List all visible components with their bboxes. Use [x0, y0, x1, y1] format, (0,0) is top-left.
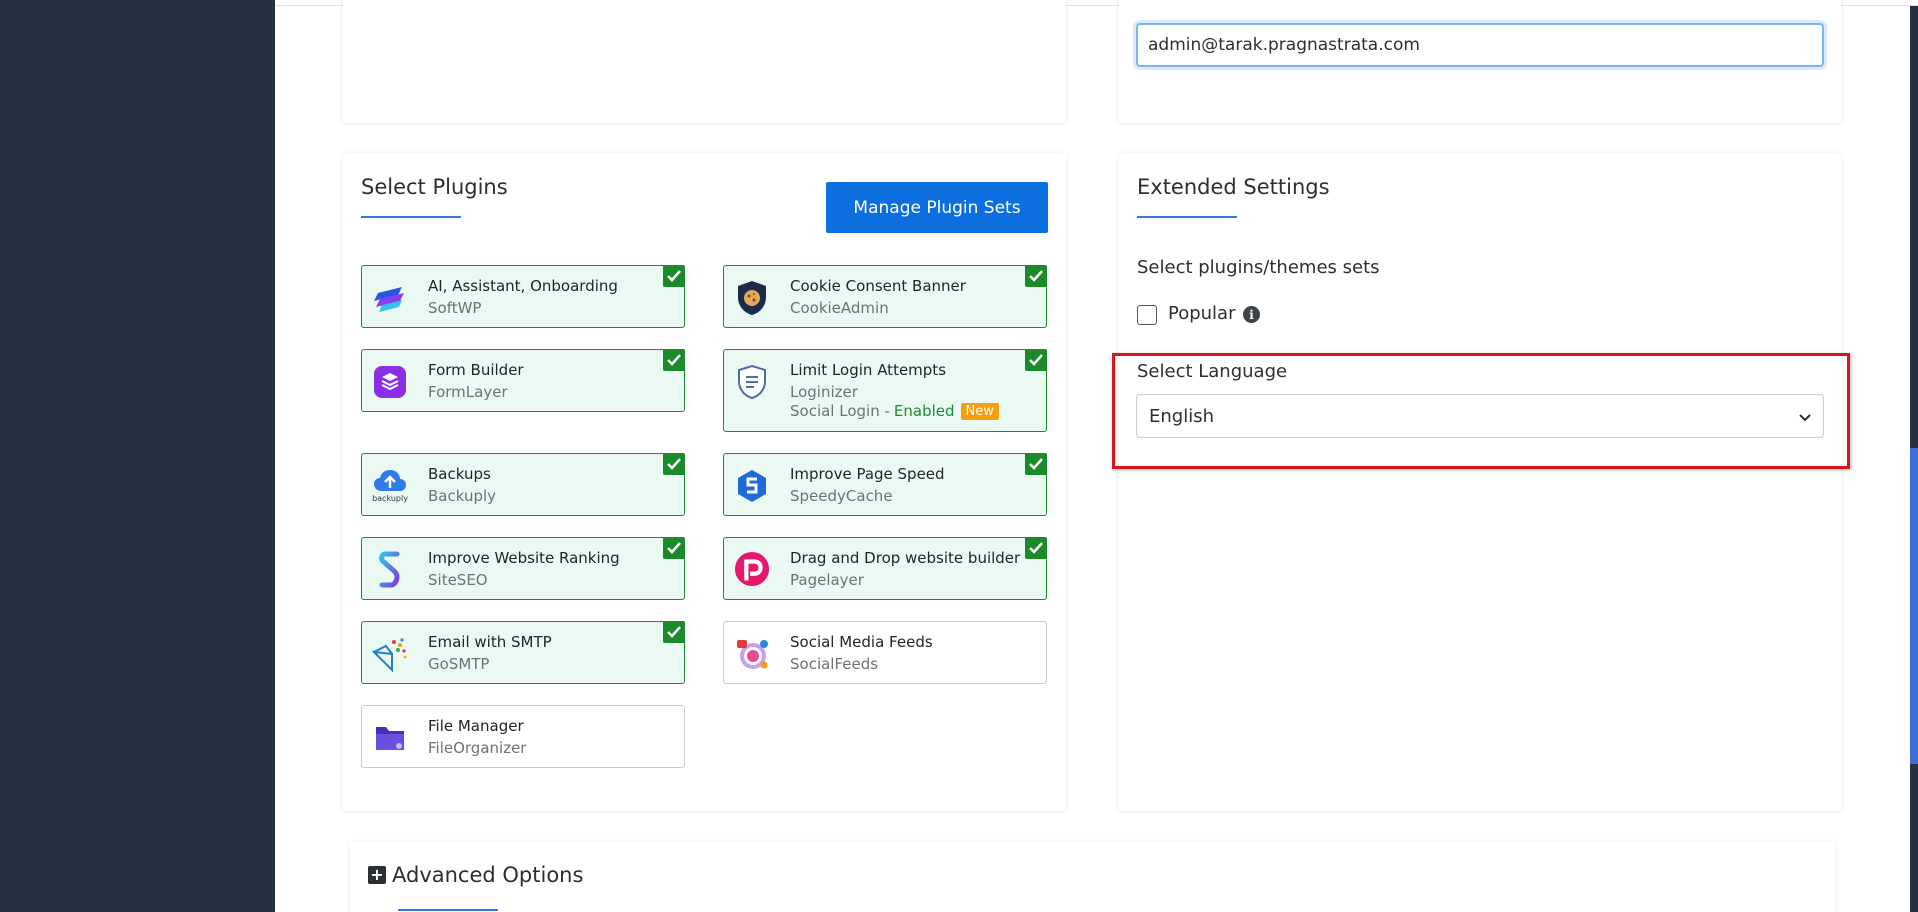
plugin-socialfeeds[interactable]: Social Media Feeds SocialFeeds: [723, 621, 1047, 684]
sidebar: [0, 0, 275, 912]
plugin-vendor: SoftWP: [428, 299, 482, 317]
plugin-name: Drag and Drop website builder: [790, 549, 1021, 567]
socialfeeds-icon: [734, 636, 770, 672]
plugin-name: Improve Page Speed: [790, 465, 945, 483]
cookieadmin-icon: [734, 280, 770, 316]
pagelayer-icon: [734, 552, 770, 588]
plugin-loginizer[interactable]: Limit Login Attempts Loginizer Social Lo…: [723, 349, 1047, 432]
gosmtp-icon: [372, 636, 408, 672]
plugin-name: Backups: [428, 465, 491, 483]
plus-icon[interactable]: +: [368, 866, 386, 884]
advanced-options-title[interactable]: Advanced Options: [392, 863, 583, 887]
plugin-vendor: SiteSEO: [428, 571, 488, 589]
plugin-name: Email with SMTP: [428, 633, 552, 651]
social-login-label: Social Login -: [790, 402, 890, 420]
checkmark-icon: [663, 265, 685, 287]
manage-plugin-sets-button[interactable]: Manage Plugin Sets: [826, 182, 1048, 233]
social-login-status: Social Login - Enabled New: [790, 402, 999, 420]
plugin-name: AI, Assistant, Onboarding: [428, 277, 618, 295]
plugin-vendor: SocialFeeds: [790, 655, 879, 673]
extended-settings-title: Extended Settings: [1137, 175, 1330, 199]
popular-checkbox[interactable]: [1137, 305, 1157, 325]
plugin-backuply[interactable]: backuply Backups Backuply: [361, 453, 685, 516]
select-plugins-underline: [361, 216, 461, 218]
plugin-vendor: GoSMTP: [428, 655, 490, 673]
plugin-name: File Manager: [428, 717, 524, 735]
language-highlight-box: [1112, 353, 1850, 469]
checkmark-icon: [1025, 453, 1047, 475]
loginizer-icon: [734, 364, 770, 400]
plugin-gosmtp[interactable]: Email with SMTP GoSMTP: [361, 621, 685, 684]
plugin-vendor: SpeedyCache: [790, 487, 893, 505]
extended-settings-card: [1119, 153, 1841, 811]
plugin-vendor: FormLayer: [428, 383, 508, 401]
credentials-left-card: [343, 0, 1066, 123]
fileorganizer-icon: [372, 720, 408, 756]
plugin-name: Improve Website Ranking: [428, 549, 620, 567]
checkmark-icon: [663, 349, 685, 371]
plugin-name: Social Media Feeds: [790, 633, 933, 651]
plugin-vendor: CookieAdmin: [790, 299, 889, 317]
plugin-name: Cookie Consent Banner: [790, 277, 966, 295]
checkmark-icon: [1025, 537, 1047, 559]
info-icon[interactable]: i: [1243, 306, 1260, 323]
checkmark-icon: [1025, 265, 1047, 287]
select-plugins-title: Select Plugins: [361, 175, 508, 199]
plugin-name: Form Builder: [428, 361, 524, 379]
plugin-vendor: Loginizer: [790, 383, 858, 401]
plugin-softwp[interactable]: AI, Assistant, Onboarding SoftWP: [361, 265, 685, 328]
popular-label[interactable]: Popular: [1168, 303, 1236, 324]
plugin-formlayer[interactable]: Form Builder FormLayer: [361, 349, 685, 412]
checkmark-icon: [663, 621, 685, 643]
checkmark-icon: [663, 537, 685, 559]
admin-email-input[interactable]: [1136, 23, 1824, 67]
scrollbar-thumb[interactable]: [1910, 448, 1918, 764]
checkmark-icon: [1025, 349, 1047, 371]
plugin-vendor: FileOrganizer: [428, 739, 527, 757]
plugin-sets-label: Select plugins/themes sets: [1137, 257, 1380, 278]
plugin-cookieadmin[interactable]: Cookie Consent Banner CookieAdmin: [723, 265, 1047, 328]
formlayer-icon: [372, 364, 408, 400]
plugin-vendor: Backuply: [428, 487, 497, 505]
plugin-fileorganizer[interactable]: File Manager FileOrganizer: [361, 705, 685, 768]
checkmark-icon: [663, 453, 685, 475]
backuply-icon: backuply: [372, 468, 408, 504]
advanced-options-underline: [398, 909, 498, 911]
plugin-pagelayer[interactable]: Drag and Drop website builder Pagelayer: [723, 537, 1047, 600]
plugin-siteseo[interactable]: Improve Website Ranking SiteSEO: [361, 537, 685, 600]
plugin-vendor: Pagelayer: [790, 571, 864, 589]
plugin-speedycache[interactable]: Improve Page Speed SpeedyCache: [723, 453, 1047, 516]
backuply-icon-caption: backuply: [372, 494, 408, 503]
new-badge: New: [960, 402, 999, 420]
extended-settings-underline: [1137, 216, 1237, 218]
softwp-icon: [372, 280, 408, 316]
speedycache-icon: [734, 468, 770, 504]
siteseo-icon: [372, 551, 408, 588]
plugin-name: Limit Login Attempts: [790, 361, 947, 379]
enabled-text: Enabled: [893, 402, 955, 420]
